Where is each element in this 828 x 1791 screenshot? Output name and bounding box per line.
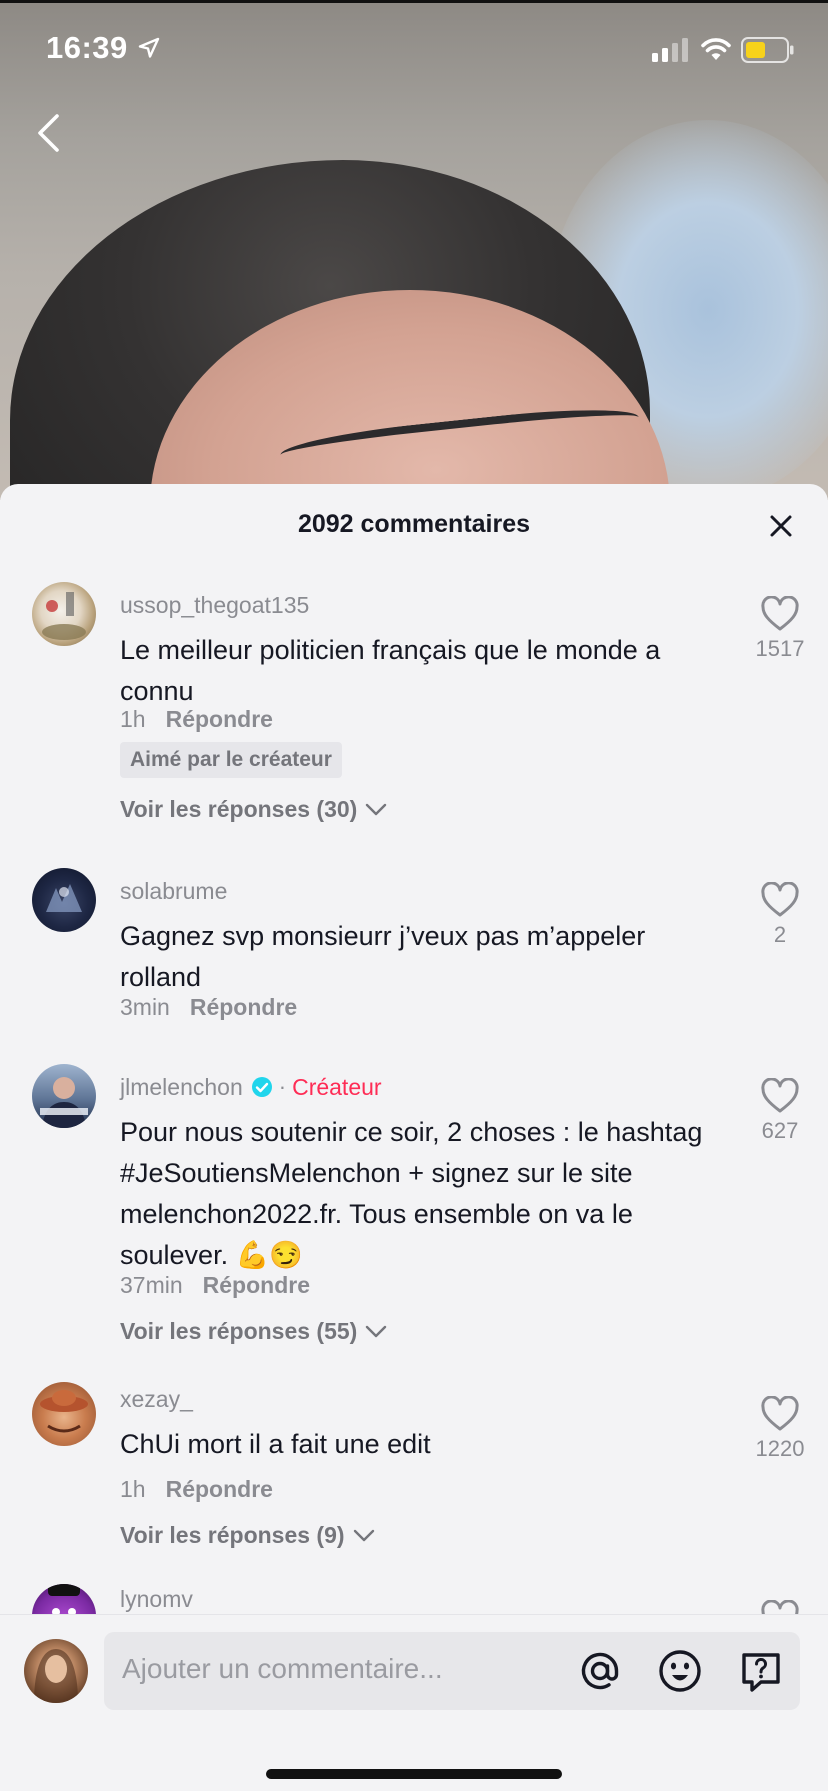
home-indicator (266, 1769, 562, 1779)
avatar-art (34, 1649, 78, 1703)
view-replies-label: Voir les réponses (9) (120, 1522, 345, 1548)
view-replies-button[interactable]: Voir les réponses (9) (120, 1522, 375, 1549)
username[interactable]: solabrume (120, 878, 227, 905)
comment-text: ChUi mort il a fait une edit (120, 1429, 431, 1459)
like-count: 2 (773, 922, 787, 947)
my-avatar[interactable] (24, 1639, 88, 1703)
avatar[interactable] (32, 582, 96, 646)
battery-icon (741, 37, 794, 63)
avatar-art (40, 1390, 88, 1433)
heart-icon[interactable] (760, 1078, 800, 1114)
username[interactable]: ussop_thegoat135 (120, 592, 309, 619)
like-group: 627 (750, 1078, 810, 1144)
comment-text: Pour nous soutenir ce soir, 2 choses : l… (120, 1117, 703, 1270)
close-icon (770, 515, 792, 537)
question-icon[interactable] (737, 1647, 785, 1695)
avatar-art (40, 1077, 88, 1128)
view-replies-label: Voir les réponses (30) (120, 796, 358, 822)
chevron-down-icon (366, 1325, 387, 1337)
comments-list[interactable]: ussop_thegoat135 Le meilleur politicien … (0, 574, 828, 1614)
like-group: 2 (750, 882, 810, 948)
emoji-icon[interactable] (656, 1647, 704, 1695)
like-group (750, 1600, 810, 1614)
avatar-art (42, 592, 86, 640)
close-button[interactable] (761, 506, 801, 546)
comments-count-title: 2092 commentaires (297, 510, 531, 538)
like-count: 1220 (755, 1436, 805, 1461)
reply-button[interactable]: Répondre (190, 994, 297, 1021)
comment-input-field[interactable]: Ajouter un commentaire... (104, 1632, 800, 1710)
avatar-art (48, 1584, 80, 1614)
back-button[interactable] (26, 108, 70, 158)
chevron-down-icon (366, 803, 387, 815)
heart-icon[interactable] (760, 596, 800, 632)
chevron-down-icon (353, 1529, 374, 1541)
heart-icon[interactable] (760, 882, 800, 918)
comments-sheet: 2092 commentaires ussop_thegoat135 Le me… (0, 484, 828, 1791)
avatar[interactable] (32, 1584, 96, 1614)
avatar[interactable] (32, 1064, 96, 1128)
reply-button[interactable]: Répondre (166, 1476, 273, 1503)
creator-separator: · (278, 1074, 287, 1099)
heart-icon[interactable] (760, 1600, 800, 1614)
avatar-art (46, 884, 82, 912)
comment-time: 3min (120, 993, 170, 1020)
comment-input-bar: Ajouter un commentaire... (0, 1614, 828, 1791)
username[interactable]: xezay_ (120, 1386, 193, 1413)
heart-icon[interactable] (760, 1396, 800, 1432)
view-replies-button[interactable]: Voir les réponses (55) (120, 1318, 387, 1345)
avatar[interactable] (32, 868, 96, 932)
signal-icon (652, 38, 688, 62)
view-replies-button[interactable]: Voir les réponses (30) (120, 796, 387, 823)
comment-time: 1h (120, 1475, 146, 1502)
comment-time: 1h (120, 705, 146, 732)
like-count: 627 (761, 1118, 799, 1143)
comment-input-placeholder: Ajouter un commentaire... (122, 1653, 443, 1684)
username[interactable]: lynomv (120, 1586, 193, 1613)
view-replies-label: Voir les réponses (55) (120, 1318, 358, 1344)
creator-label: Créateur (292, 1073, 382, 1100)
reply-button[interactable]: Répondre (203, 1272, 310, 1299)
like-count: 1517 (755, 636, 805, 661)
comment-text: Le meilleur politicien français que le m… (120, 635, 661, 706)
wifi-icon (701, 38, 731, 60)
reply-button[interactable]: Répondre (166, 706, 273, 733)
like-group: 1220 (750, 1396, 810, 1462)
liked-by-creator-badge: Aimé par le créateur (120, 742, 342, 778)
username[interactable]: jlmelenchon (120, 1074, 243, 1101)
comment-text: Gagnez svp monsieurr j’veux pas m’appele… (120, 921, 646, 992)
avatar[interactable] (32, 1382, 96, 1446)
comment-time: 37min (120, 1271, 183, 1298)
status-time: 16:39 (46, 30, 128, 65)
verified-icon (251, 1077, 272, 1097)
status-bar: 16:39 (0, 0, 828, 100)
at-mention-icon[interactable] (576, 1647, 624, 1695)
back-chevron-icon (38, 114, 59, 152)
like-group: 1517 (750, 596, 810, 662)
location-icon (138, 37, 160, 58)
